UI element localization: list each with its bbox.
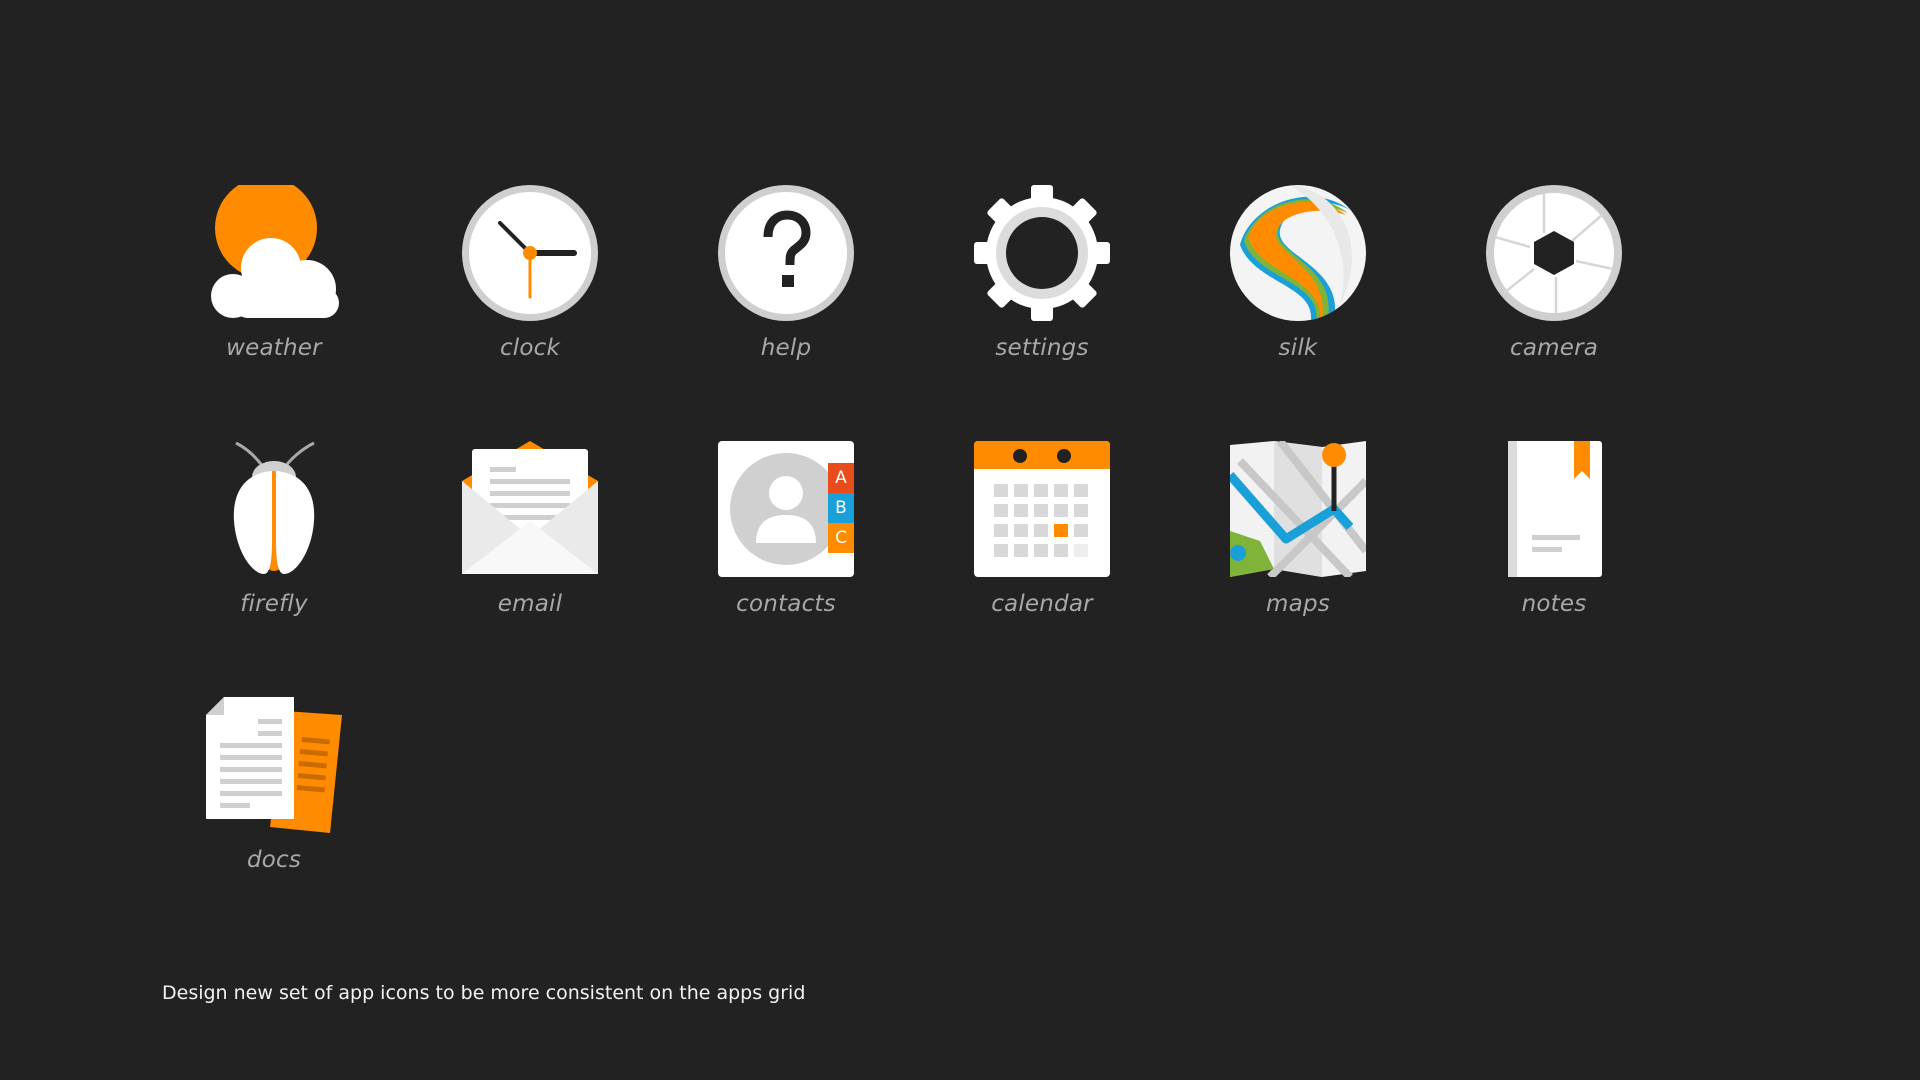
app-label: calendar (991, 591, 1093, 617)
clock-icon (462, 185, 598, 321)
app-label: notes (1521, 591, 1587, 617)
app-settings[interactable]: settings (922, 185, 1162, 415)
app-calendar[interactable]: calendar (922, 441, 1162, 671)
app-label: maps (1266, 591, 1330, 617)
contacts-tab-c: C (835, 528, 847, 548)
app-email[interactable]: email (410, 441, 650, 671)
app-label: clock (499, 335, 561, 361)
app-firefly[interactable]: firefly (154, 441, 394, 671)
weather-icon (206, 185, 342, 321)
app-label: weather (226, 335, 322, 361)
camera-icon (1486, 185, 1622, 321)
calendar-icon (974, 441, 1110, 577)
apps-grid-slide: weather clock help settings silk camera … (0, 0, 1920, 1080)
app-contacts[interactable]: A B C contacts (666, 441, 906, 671)
contacts-tab-a: A (835, 468, 847, 488)
slide-caption: Design new set of app icons to be more c… (162, 982, 806, 1004)
docs-icon (206, 697, 342, 833)
app-label: contacts (736, 591, 836, 617)
settings-icon (974, 185, 1110, 321)
app-camera[interactable]: camera (1434, 185, 1674, 415)
app-weather[interactable]: weather (154, 185, 394, 415)
app-maps[interactable]: maps (1178, 441, 1418, 671)
app-label: email (497, 591, 563, 617)
app-label: firefly (240, 591, 308, 617)
app-label: settings (995, 335, 1089, 361)
app-silk[interactable]: silk (1178, 185, 1418, 415)
help-icon (718, 185, 854, 321)
silk-icon (1230, 185, 1366, 321)
app-clock[interactable]: clock (410, 185, 650, 415)
app-help[interactable]: help (666, 185, 906, 415)
contacts-tab-b: B (835, 498, 847, 518)
app-label: help (760, 335, 812, 361)
app-notes[interactable]: notes (1434, 441, 1674, 671)
maps-icon (1230, 441, 1366, 577)
email-icon (462, 441, 598, 577)
contacts-icon: A B C (718, 441, 854, 577)
notes-icon (1486, 441, 1622, 577)
firefly-icon (206, 441, 342, 577)
app-label: camera (1509, 335, 1599, 361)
app-docs[interactable]: docs (154, 697, 394, 927)
app-label: docs (246, 847, 302, 873)
app-label: silk (1278, 335, 1318, 361)
